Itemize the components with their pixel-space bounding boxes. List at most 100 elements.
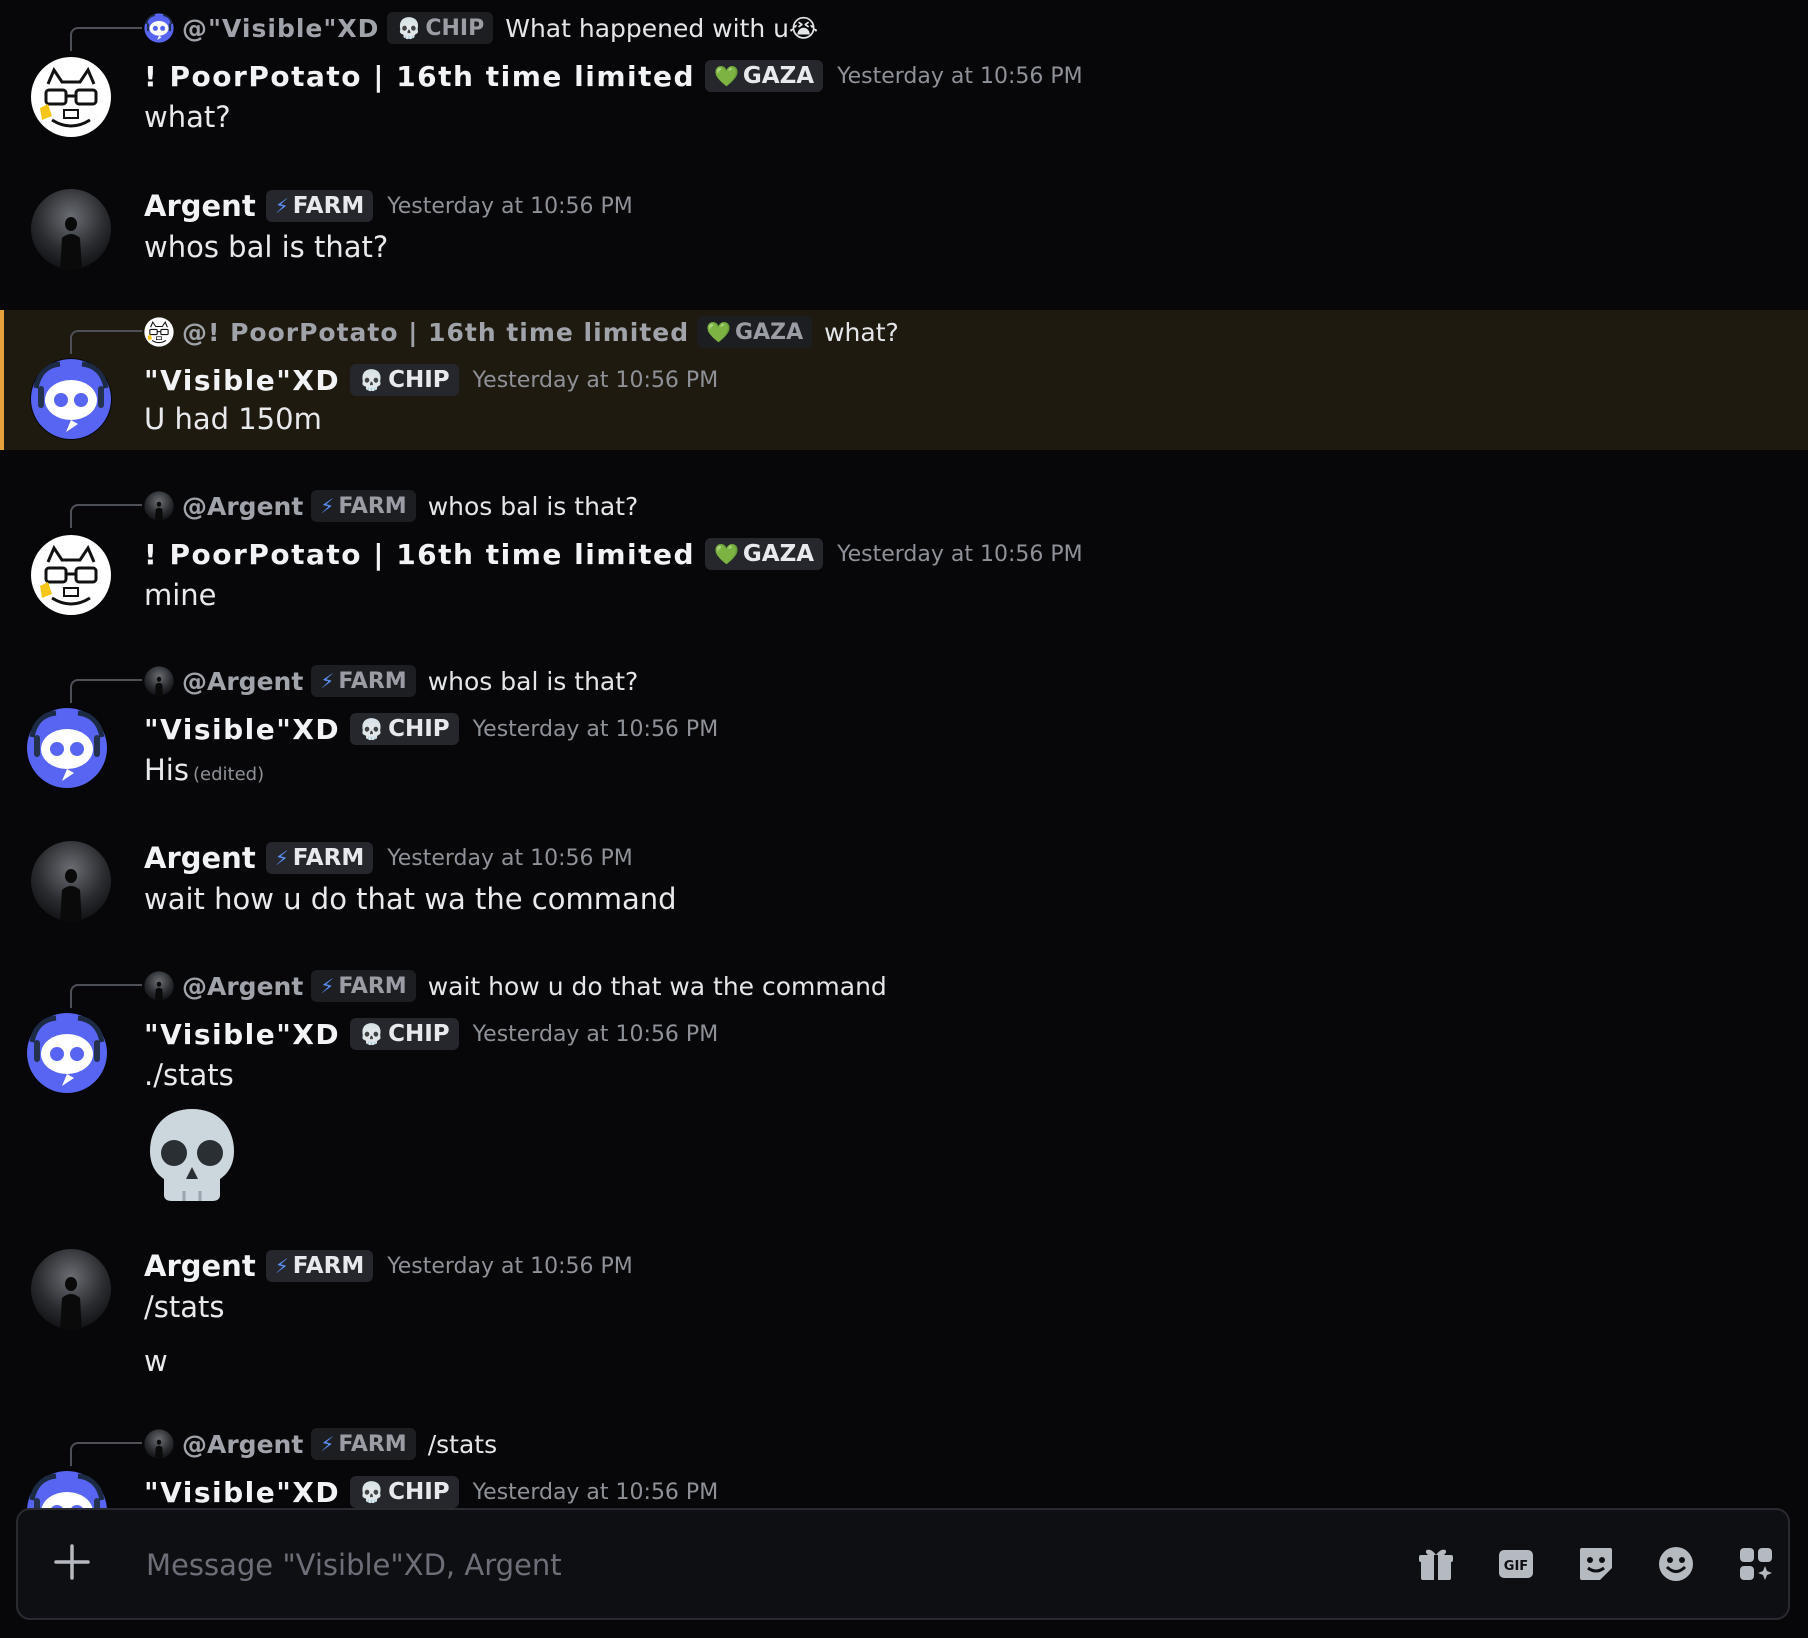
svg-text:GIF: GIF <box>1504 1559 1528 1574</box>
skull-icon: 💀 <box>359 717 385 741</box>
reply-connector <box>70 1442 142 1466</box>
skull-emoji[interactable] <box>146 1105 238 1205</box>
message-item-highlighted[interactable]: @! PoorPotato | 16th time limited 💚 GAZA … <box>0 310 1808 450</box>
role-tag: ⚡ FARM <box>265 1250 374 1282</box>
message-text: U had 150m <box>144 402 322 436</box>
gif-button[interactable]: GIF <box>1496 1544 1536 1584</box>
timestamp[interactable]: Yesterday at 10:56 PM <box>837 64 1083 89</box>
reply-preview[interactable]: @Argent ⚡ FARM whos bal is that? <box>144 663 638 699</box>
reply-author[interactable]: @Argent <box>182 667 303 696</box>
sticker-icon <box>1580 1548 1612 1580</box>
avatar[interactable] <box>30 56 112 138</box>
reply-preview[interactable]: @Argent ⚡ FARM wait how u do that wa the … <box>144 968 887 1004</box>
reply-preview[interactable]: @Argent ⚡ FARM whos bal is that? <box>144 488 638 524</box>
timestamp[interactable]: Yesterday at 10:56 PM <box>837 542 1083 567</box>
avatar[interactable] <box>30 840 112 922</box>
emoji-button[interactable] <box>1656 1544 1696 1584</box>
message-item[interactable]: @Argent ⚡ FARM whos bal is that? "Visible… <box>0 655 1808 815</box>
heart-icon: 💚 <box>714 542 739 566</box>
avatar[interactable] <box>30 1248 112 1330</box>
username[interactable]: "Visible"XD <box>144 1018 340 1051</box>
message-text: mine <box>144 578 217 612</box>
reply-author[interactable]: @Argent <box>182 972 303 1001</box>
username[interactable]: Argent <box>144 1249 256 1283</box>
role-tag: 💚 GAZA <box>705 60 824 92</box>
lightning-icon: ⚡ <box>320 494 335 518</box>
message-item[interactable]: @Argent ⚡ FARM wait how u do that wa the … <box>0 960 1808 1220</box>
reply-text: wait how u do that wa the command <box>427 971 887 1001</box>
role-tag: 💀 CHIP <box>350 713 459 745</box>
username[interactable]: Argent <box>144 189 256 223</box>
message-text: whos bal is that? <box>144 230 389 264</box>
role-tag: ⚡ FARM <box>311 665 416 697</box>
timestamp[interactable]: Yesterday at 10:56 PM <box>473 1022 719 1047</box>
add-attachment-button[interactable] <box>52 1542 92 1582</box>
message-header: Argent ⚡ FARM Yesterday at 10:56 PM <box>144 836 633 880</box>
reply-preview[interactable]: @Argent ⚡ FARM /stats <box>144 1426 497 1462</box>
avatar <box>144 1429 174 1459</box>
sticker-button[interactable] <box>1576 1544 1616 1584</box>
username[interactable]: "Visible"XD <box>144 713 340 746</box>
message-item[interactable]: Argent ⚡ FARM Yesterday at 10:56 PM wait … <box>0 830 1808 960</box>
message-item[interactable]: @"Visible"XD 💀 CHIP What happened with u😭… <box>0 0 1808 140</box>
skull-icon: 💀 <box>396 16 422 40</box>
emoji-icon <box>1659 1547 1693 1581</box>
message-input[interactable] <box>144 1536 1348 1594</box>
message-list[interactable]: @"Visible"XD 💀 CHIP What happened with u😭… <box>0 0 1808 1510</box>
message-header: ! PoorPotato | 16th time limited 💚 GAZA Y… <box>144 54 1083 98</box>
reply-preview[interactable]: @! PoorPotato | 16th time limited 💚 GAZA … <box>144 314 899 350</box>
lightning-icon: ⚡ <box>274 194 289 218</box>
lightning-icon: ⚡ <box>274 1254 289 1278</box>
reply-text: what? <box>824 317 899 347</box>
message-item[interactable]: Argent ⚡ FARM Yesterday at 10:56 PM whos … <box>0 170 1808 300</box>
avatar[interactable] <box>26 1470 108 1510</box>
timestamp[interactable]: Yesterday at 10:56 PM <box>473 717 719 742</box>
reply-author[interactable]: @! PoorPotato | 16th time limited <box>182 318 689 347</box>
role-tag: 💀 CHIP <box>387 12 494 44</box>
skull-icon: 💀 <box>359 1022 385 1046</box>
role-tag: ⚡ FARM <box>265 842 374 874</box>
avatar[interactable] <box>30 188 112 270</box>
avatar <box>144 491 174 521</box>
role-tag: ⚡ FARM <box>311 490 416 522</box>
timestamp[interactable]: Yesterday at 10:56 PM <box>387 194 633 219</box>
message-text: /stats <box>144 1290 225 1324</box>
gif-icon: GIF <box>1499 1550 1533 1578</box>
role-tag: ⚡ FARM <box>311 970 416 1002</box>
skull-icon: 💀 <box>359 368 385 392</box>
timestamp[interactable]: Yesterday at 10:56 PM <box>473 1480 719 1505</box>
reply-connector <box>70 679 142 703</box>
reply-author[interactable]: @Argent <box>182 1430 303 1459</box>
message-item[interactable]: @Argent ⚡ FARM whos bal is that? ! PoorPo… <box>0 480 1808 640</box>
plus-icon <box>54 1544 90 1580</box>
reply-connector <box>70 504 142 528</box>
username[interactable]: Argent <box>144 841 256 875</box>
reply-text: whos bal is that? <box>427 491 639 521</box>
avatar[interactable] <box>30 358 112 440</box>
reply-text: What happened with u😭 <box>505 13 819 43</box>
timestamp[interactable]: Yesterday at 10:56 PM <box>473 368 719 393</box>
gift-button[interactable] <box>1416 1544 1456 1584</box>
username[interactable]: ! PoorPotato | 16th time limited <box>144 538 695 571</box>
avatar[interactable] <box>30 534 112 616</box>
message-header: ! PoorPotato | 16th time limited 💚 GAZA Y… <box>144 532 1083 576</box>
timestamp[interactable]: Yesterday at 10:56 PM <box>387 1254 633 1279</box>
username[interactable]: "Visible"XD <box>144 364 340 397</box>
timestamp[interactable]: Yesterday at 10:56 PM <box>387 846 633 871</box>
avatar[interactable] <box>26 707 108 789</box>
username[interactable]: "Visible"XD <box>144 1476 340 1509</box>
reply-preview[interactable]: @"Visible"XD 💀 CHIP What happened with u😭 <box>144 10 818 46</box>
reply-author[interactable]: @Argent <box>182 492 303 521</box>
role-tag: 💀 CHIP <box>350 364 459 396</box>
avatar[interactable] <box>26 1012 108 1094</box>
avatar <box>144 13 174 43</box>
role-tag: 💀 CHIP <box>350 1476 459 1508</box>
message-item[interactable]: @Argent ⚡ FARM /stats "Visible"XD 💀 CHIP Y… <box>0 1418 1808 1510</box>
avatar <box>144 666 174 696</box>
reply-author[interactable]: @"Visible"XD <box>182 14 379 43</box>
apps-icon <box>1740 1548 1772 1580</box>
apps-button[interactable] <box>1736 1544 1776 1584</box>
message-item[interactable]: Argent ⚡ FARM Yesterday at 10:56 PM /stat… <box>0 1240 1808 1400</box>
username[interactable]: ! PoorPotato | 16th time limited <box>144 60 695 93</box>
reply-connector <box>70 984 142 1008</box>
